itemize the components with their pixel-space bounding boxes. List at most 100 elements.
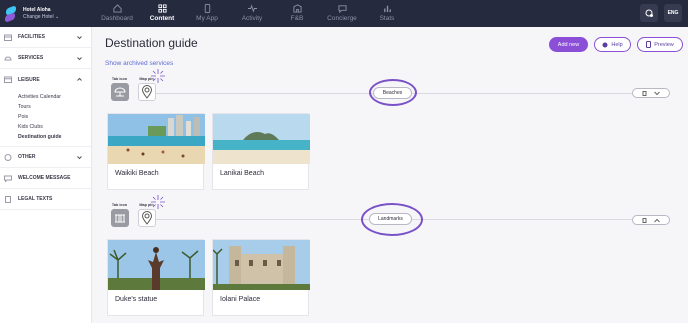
change-hotel-link[interactable]: Change Hotel ⌄ bbox=[23, 14, 59, 21]
chat-icon bbox=[337, 5, 347, 13]
sidebar-item-label: FACILITIES bbox=[18, 34, 45, 40]
notifications-button[interactable] bbox=[640, 4, 658, 22]
tab-icon-selector[interactable]: Tab icon bbox=[109, 203, 130, 227]
palace-photo bbox=[213, 240, 310, 290]
phone-icon bbox=[646, 41, 652, 48]
highlight-circle bbox=[361, 203, 423, 236]
building-icon bbox=[292, 4, 302, 13]
sparkle-icon bbox=[151, 69, 165, 83]
tray-icon bbox=[4, 56, 12, 60]
card-photo bbox=[213, 240, 310, 290]
map-pin-icon bbox=[137, 209, 156, 227]
map-pin-icon bbox=[137, 83, 156, 101]
sidebar-item-label: OTHER bbox=[18, 154, 36, 160]
card-photo bbox=[108, 114, 205, 164]
nav-label: F&B bbox=[290, 15, 304, 22]
pulse-icon bbox=[247, 4, 257, 13]
preview-label: Preview bbox=[654, 41, 674, 48]
help-button[interactable]: Help bbox=[594, 37, 631, 52]
help-icon bbox=[602, 42, 608, 47]
group-controls bbox=[632, 88, 670, 98]
nav-label: Stats bbox=[379, 15, 395, 22]
sidebar-item-other[interactable]: OTHER bbox=[0, 147, 91, 168]
tab-icon-label: Tab icon bbox=[111, 203, 128, 207]
card-photo bbox=[108, 240, 205, 290]
calendar-icon bbox=[4, 76, 12, 83]
chat-icon bbox=[4, 175, 12, 182]
nav-label: Content bbox=[149, 15, 175, 22]
tab-icon-label: Tab icon bbox=[111, 77, 128, 81]
beach-photo bbox=[213, 114, 310, 164]
umbrella-icon bbox=[110, 83, 129, 101]
highlight-circle bbox=[369, 79, 417, 106]
sidebar-item-welcome-message[interactable]: WELCOME MESSAGE bbox=[0, 168, 91, 189]
nav-activity[interactable]: Activity bbox=[231, 0, 273, 27]
page-title: Destination guide bbox=[105, 36, 198, 50]
poi-card[interactable]: Waikiki Beach bbox=[107, 113, 205, 190]
app-logo bbox=[4, 4, 18, 23]
chevron-up-icon[interactable] bbox=[653, 218, 660, 223]
beach-photo bbox=[108, 114, 205, 164]
phone-icon bbox=[204, 4, 210, 13]
sidebar-item-label: LEGAL TEXTS bbox=[18, 196, 53, 202]
trash-icon[interactable] bbox=[642, 217, 647, 223]
main-content: Destination guide Add new Help Preview S… bbox=[92, 27, 688, 323]
sidebar-subitem-tours[interactable]: Tours bbox=[0, 102, 91, 112]
statue-photo bbox=[108, 240, 205, 290]
card-caption: Iolani Palace bbox=[220, 296, 261, 303]
sidebar-item-services[interactable]: SERVICES bbox=[0, 48, 91, 69]
sidebar-subitem-activities-calendar[interactable]: Activities Calendar bbox=[0, 92, 91, 102]
show-archived-link[interactable]: Show archived services bbox=[105, 60, 173, 67]
bell-settings-icon bbox=[645, 9, 653, 17]
group-controls bbox=[632, 215, 670, 225]
chevron-down-icon bbox=[77, 36, 82, 40]
grid-icon bbox=[4, 153, 12, 161]
home-icon bbox=[112, 4, 122, 13]
nav-my-app[interactable]: My App bbox=[186, 0, 228, 27]
nav-dashboard[interactable]: Dashboard bbox=[96, 0, 138, 27]
sparkle-icon bbox=[151, 195, 165, 209]
chevron-down-icon bbox=[77, 156, 82, 160]
nav-label: My App bbox=[196, 15, 218, 22]
building-icon bbox=[4, 34, 12, 41]
nav-label: Dashboard bbox=[101, 15, 133, 22]
main-nav: Dashboard Content My App Activity F&B Co… bbox=[96, 0, 411, 27]
chevron-down-icon[interactable] bbox=[653, 91, 660, 96]
preview-button[interactable]: Preview bbox=[637, 37, 683, 52]
sidebar-subitem-kids-clubs[interactable]: Kids Clubs bbox=[0, 122, 91, 132]
help-label: Help bbox=[611, 41, 623, 48]
poi-card[interactable]: Lanikai Beach bbox=[212, 113, 310, 190]
landmark-icon bbox=[110, 209, 129, 227]
document-icon bbox=[5, 195, 11, 203]
card-photo bbox=[213, 114, 310, 164]
sidebar-item-legal-texts[interactable]: LEGAL TEXTS bbox=[0, 189, 91, 210]
poi-card[interactable]: Duke's statue bbox=[107, 239, 205, 316]
bar-chart-icon bbox=[383, 5, 391, 13]
sidebar-item-facilities[interactable]: FACILITIES bbox=[0, 27, 91, 48]
sidebar-subitem-pois[interactable]: Pois bbox=[0, 112, 91, 122]
card-caption: Lanikai Beach bbox=[220, 170, 264, 177]
top-bar: Hotel Aloha Change Hotel ⌄ Dashboard Con… bbox=[0, 0, 688, 27]
sidebar-item-label: LEISURE bbox=[18, 76, 40, 83]
nav-stats[interactable]: Stats bbox=[366, 0, 408, 27]
nav-label: Concierge bbox=[327, 15, 357, 22]
sidebar: FACILITIES SERVICES LEISURE Activities C… bbox=[0, 27, 92, 323]
nav-fb[interactable]: F&B bbox=[276, 0, 318, 27]
grid-icon bbox=[157, 4, 167, 13]
nav-label: Activity bbox=[241, 15, 263, 22]
poi-card[interactable]: Iolani Palace bbox=[212, 239, 310, 316]
card-caption: Duke's statue bbox=[115, 296, 158, 303]
tab-icon-selector[interactable]: Tab icon bbox=[109, 77, 130, 101]
nav-concierge[interactable]: Concierge bbox=[321, 0, 363, 27]
sidebar-item-label: SERVICES bbox=[18, 55, 44, 61]
trash-icon[interactable] bbox=[642, 90, 647, 96]
sidebar-item-label: WELCOME MESSAGE bbox=[18, 175, 71, 181]
language-button[interactable]: ENG bbox=[664, 4, 682, 22]
nav-content[interactable]: Content bbox=[141, 0, 183, 27]
add-new-button[interactable]: Add new bbox=[549, 37, 588, 52]
sidebar-item-leisure[interactable]: LEISURE bbox=[0, 69, 91, 90]
chevron-down-icon: ⌄ bbox=[54, 13, 60, 20]
card-caption: Waikiki Beach bbox=[115, 170, 159, 177]
sidebar-subitem-destination-guide[interactable]: Destination guide bbox=[0, 132, 91, 142]
hotel-switcher[interactable]: Hotel Aloha Change Hotel ⌄ bbox=[0, 0, 92, 27]
